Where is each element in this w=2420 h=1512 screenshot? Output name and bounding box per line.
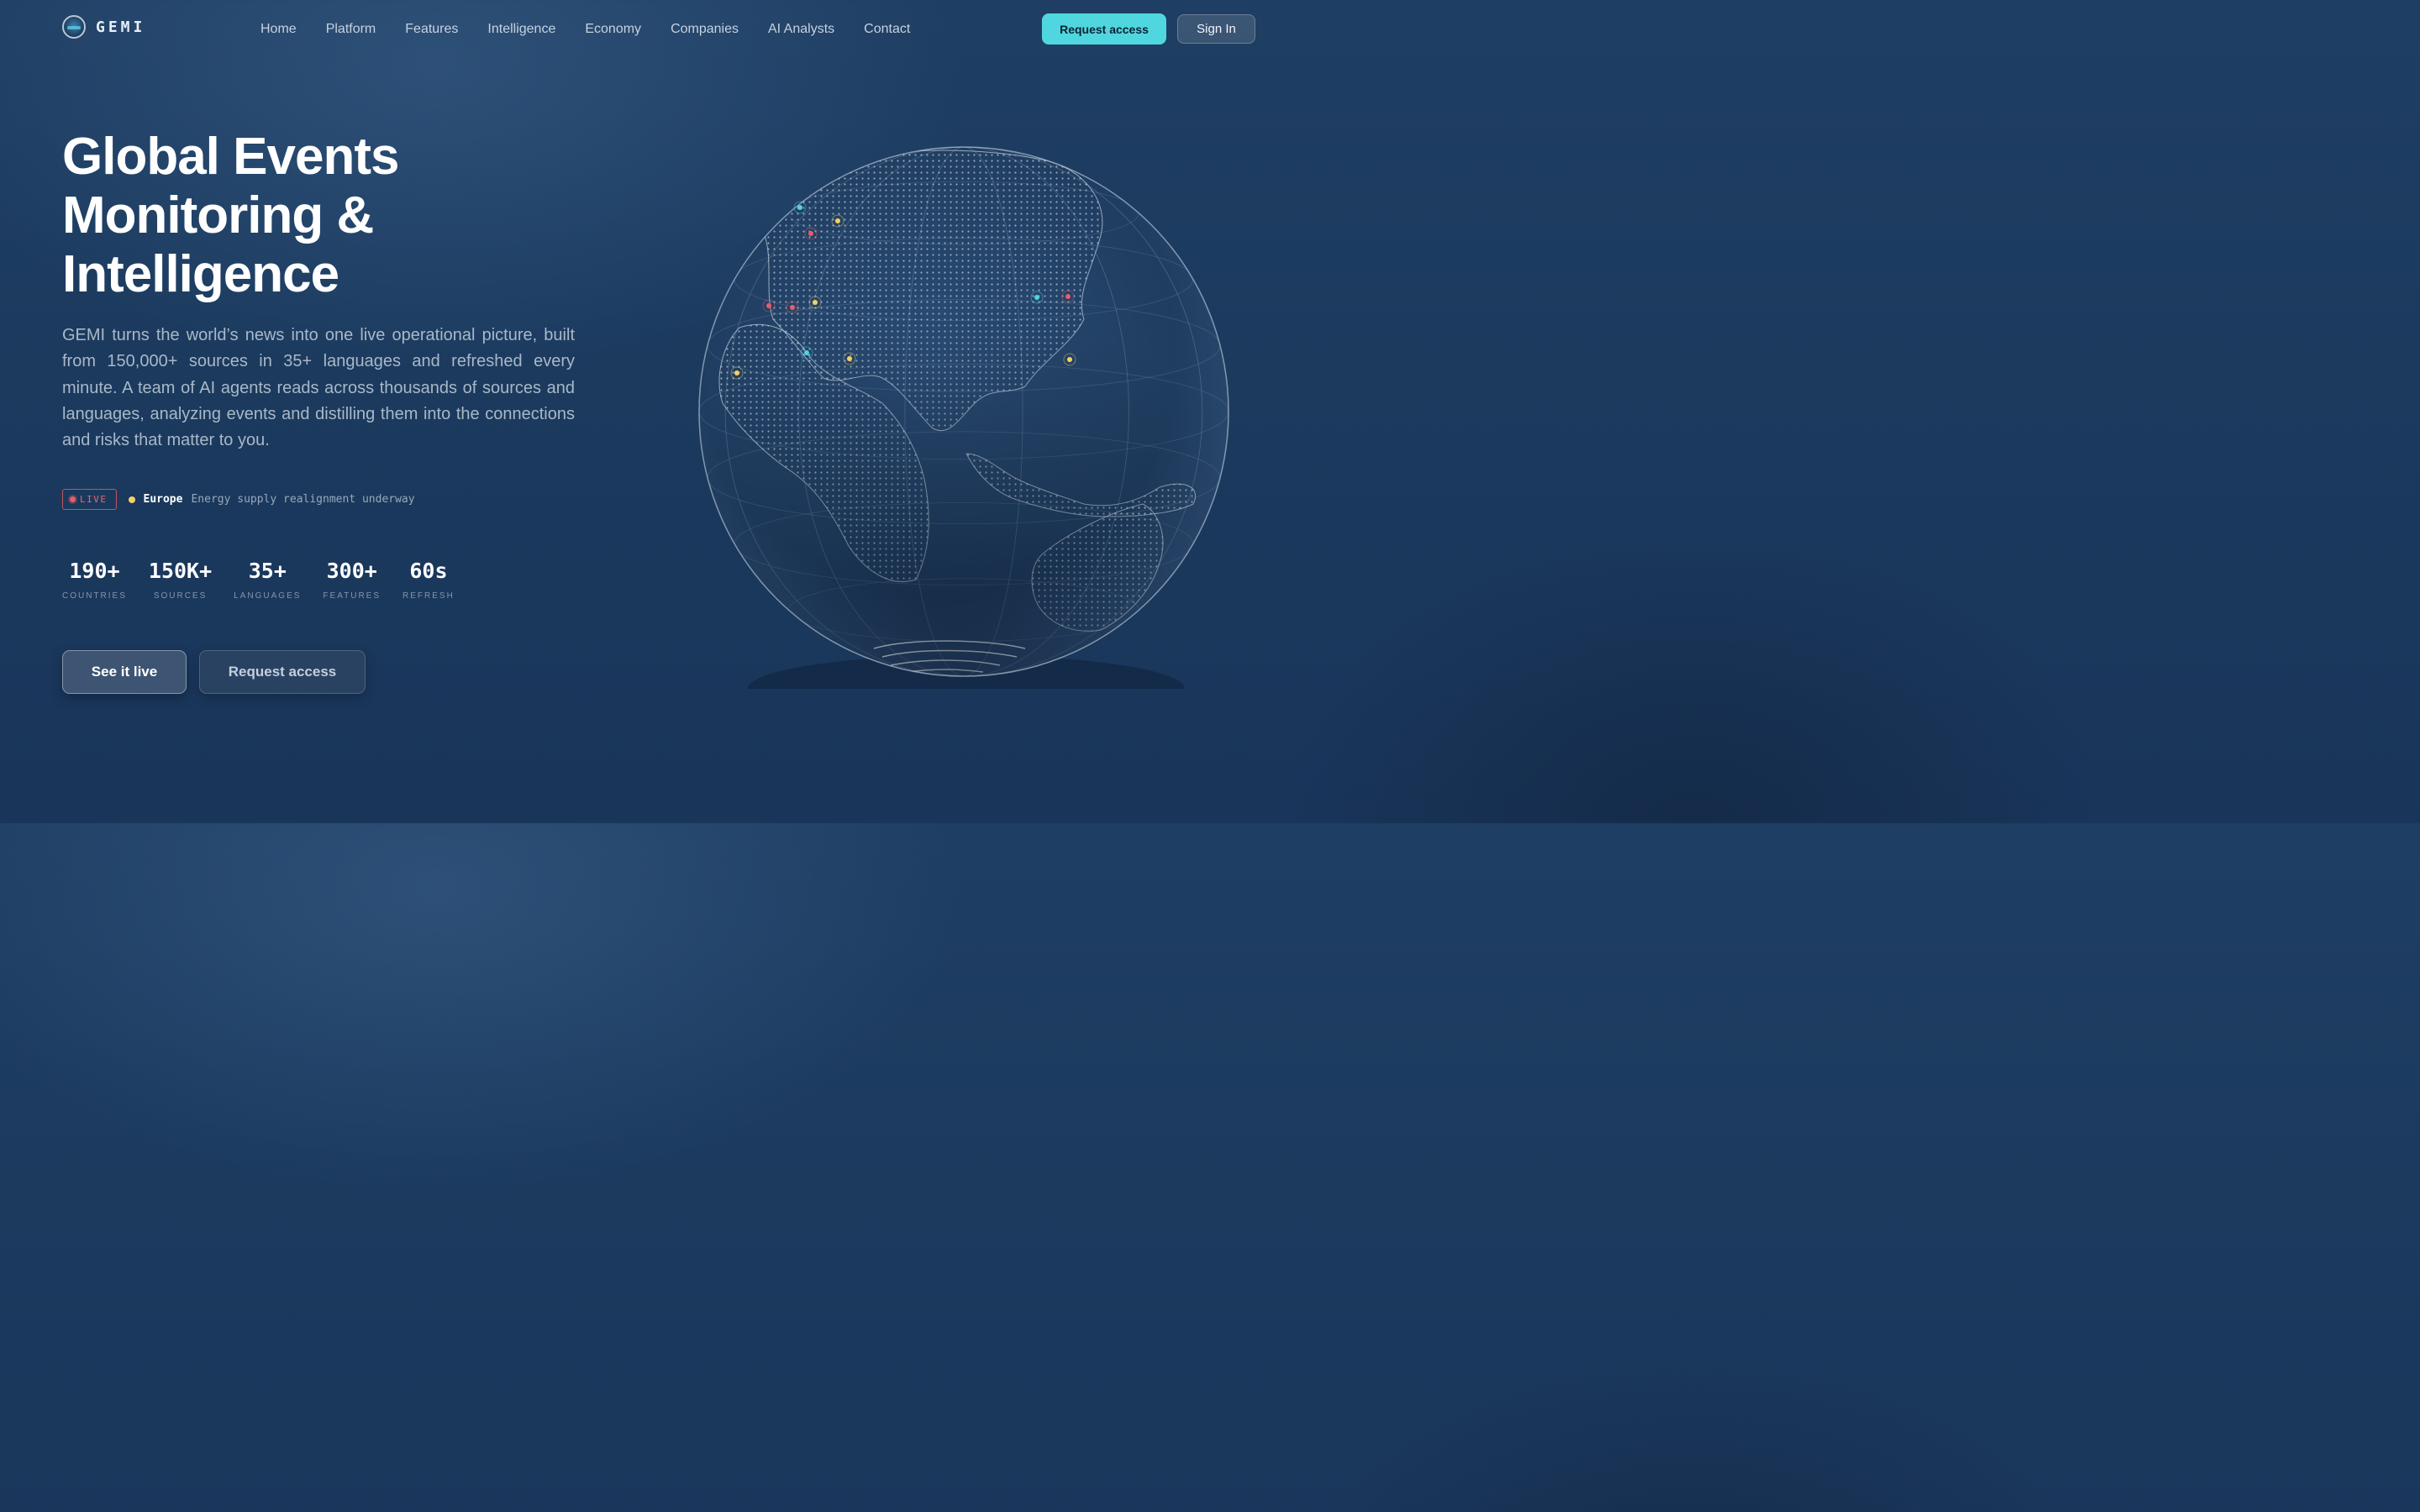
- event-marker[interactable]: [835, 218, 840, 223]
- stat-value: 35+: [248, 559, 287, 583]
- ticker-region-dot-icon: [128, 496, 135, 503]
- brand-logo[interactable]: GEMI: [62, 15, 145, 39]
- event-marker[interactable]: [847, 356, 852, 361]
- nav-item-intelligence[interactable]: Intelligence: [487, 22, 555, 37]
- live-badge-label: LIVE: [80, 494, 108, 505]
- stat-sources: 150K+ SOURCES: [149, 558, 212, 601]
- main-nav: Home Platform Features Intelligence Econ…: [260, 22, 910, 37]
- stat-refresh: 60s REFRESH: [402, 558, 455, 601]
- stats-row: 190+ COUNTRIES 150K+ SOURCES 35+ LANGUAG…: [62, 558, 455, 601]
- stat-label: FEATURES: [323, 591, 381, 601]
- request-access-button[interactable]: Request access: [199, 650, 366, 694]
- ticker-headline: Energy supply realignment underway: [191, 493, 415, 506]
- brand-name: GEMI: [96, 18, 146, 36]
- hero-title-line-2: Monitoring &: [62, 186, 374, 244]
- stat-value: 150K+: [148, 559, 213, 583]
- event-marker[interactable]: [766, 303, 771, 308]
- hero-title-line-3: Intelligence: [62, 245, 339, 303]
- sign-in-button[interactable]: Sign In: [1177, 14, 1255, 44]
- stat-value: 300+: [326, 559, 377, 583]
- ticker-region: Europe: [143, 493, 183, 506]
- stat-label: SOURCES: [153, 591, 208, 601]
- stat-label: REFRESH: [402, 591, 455, 601]
- hero-description: GEMI turns the world’s news into one liv…: [62, 326, 575, 450]
- hero-title: Global Events Monitoring & Intelligence: [62, 128, 600, 304]
- globe-logo-icon: [62, 15, 86, 39]
- event-marker[interactable]: [734, 370, 739, 375]
- nav-item-companies[interactable]: Companies: [671, 22, 739, 37]
- stat-value: 190+: [69, 559, 120, 583]
- stat-countries: 190+ COUNTRIES: [62, 558, 127, 601]
- see-it-live-button[interactable]: See it live: [62, 650, 187, 694]
- hero-title-line-1: Global Events: [62, 128, 399, 186]
- nav-item-ai-analysts[interactable]: AI Analysts: [768, 22, 834, 37]
- header-request-access-button[interactable]: Request access: [1042, 13, 1166, 45]
- stat-languages: 35+ LANGUAGES: [234, 558, 301, 601]
- event-marker[interactable]: [808, 231, 813, 236]
- stat-label: COUNTRIES: [62, 591, 127, 601]
- nav-item-home[interactable]: Home: [260, 22, 297, 37]
- nav-item-economy[interactable]: Economy: [585, 22, 641, 37]
- event-marker[interactable]: [813, 300, 818, 305]
- event-marker[interactable]: [790, 305, 795, 310]
- stat-features: 300+ FEATURES: [323, 558, 381, 601]
- event-marker[interactable]: [1067, 357, 1072, 362]
- event-marker[interactable]: [1034, 295, 1039, 300]
- nav-item-platform[interactable]: Platform: [326, 22, 376, 37]
- event-marker[interactable]: [804, 350, 809, 355]
- live-ticker[interactable]: LIVE Europe Energy supply realignment un…: [62, 489, 415, 510]
- globe-visualization[interactable]: [689, 134, 1244, 689]
- live-dot-icon: [70, 496, 76, 502]
- globe-svg: [698, 146, 1229, 689]
- live-badge: LIVE: [62, 489, 117, 510]
- globe-shading: [699, 147, 1228, 676]
- nav-item-features[interactable]: Features: [405, 22, 458, 37]
- nav-item-contact[interactable]: Contact: [864, 22, 910, 37]
- event-marker[interactable]: [797, 205, 802, 210]
- event-marker[interactable]: [1065, 294, 1071, 299]
- stat-label: LANGUAGES: [234, 591, 302, 601]
- top-navigation-bar: GEMI Home Platform Features Intelligence…: [0, 0, 1318, 59]
- stat-value: 60s: [409, 559, 448, 583]
